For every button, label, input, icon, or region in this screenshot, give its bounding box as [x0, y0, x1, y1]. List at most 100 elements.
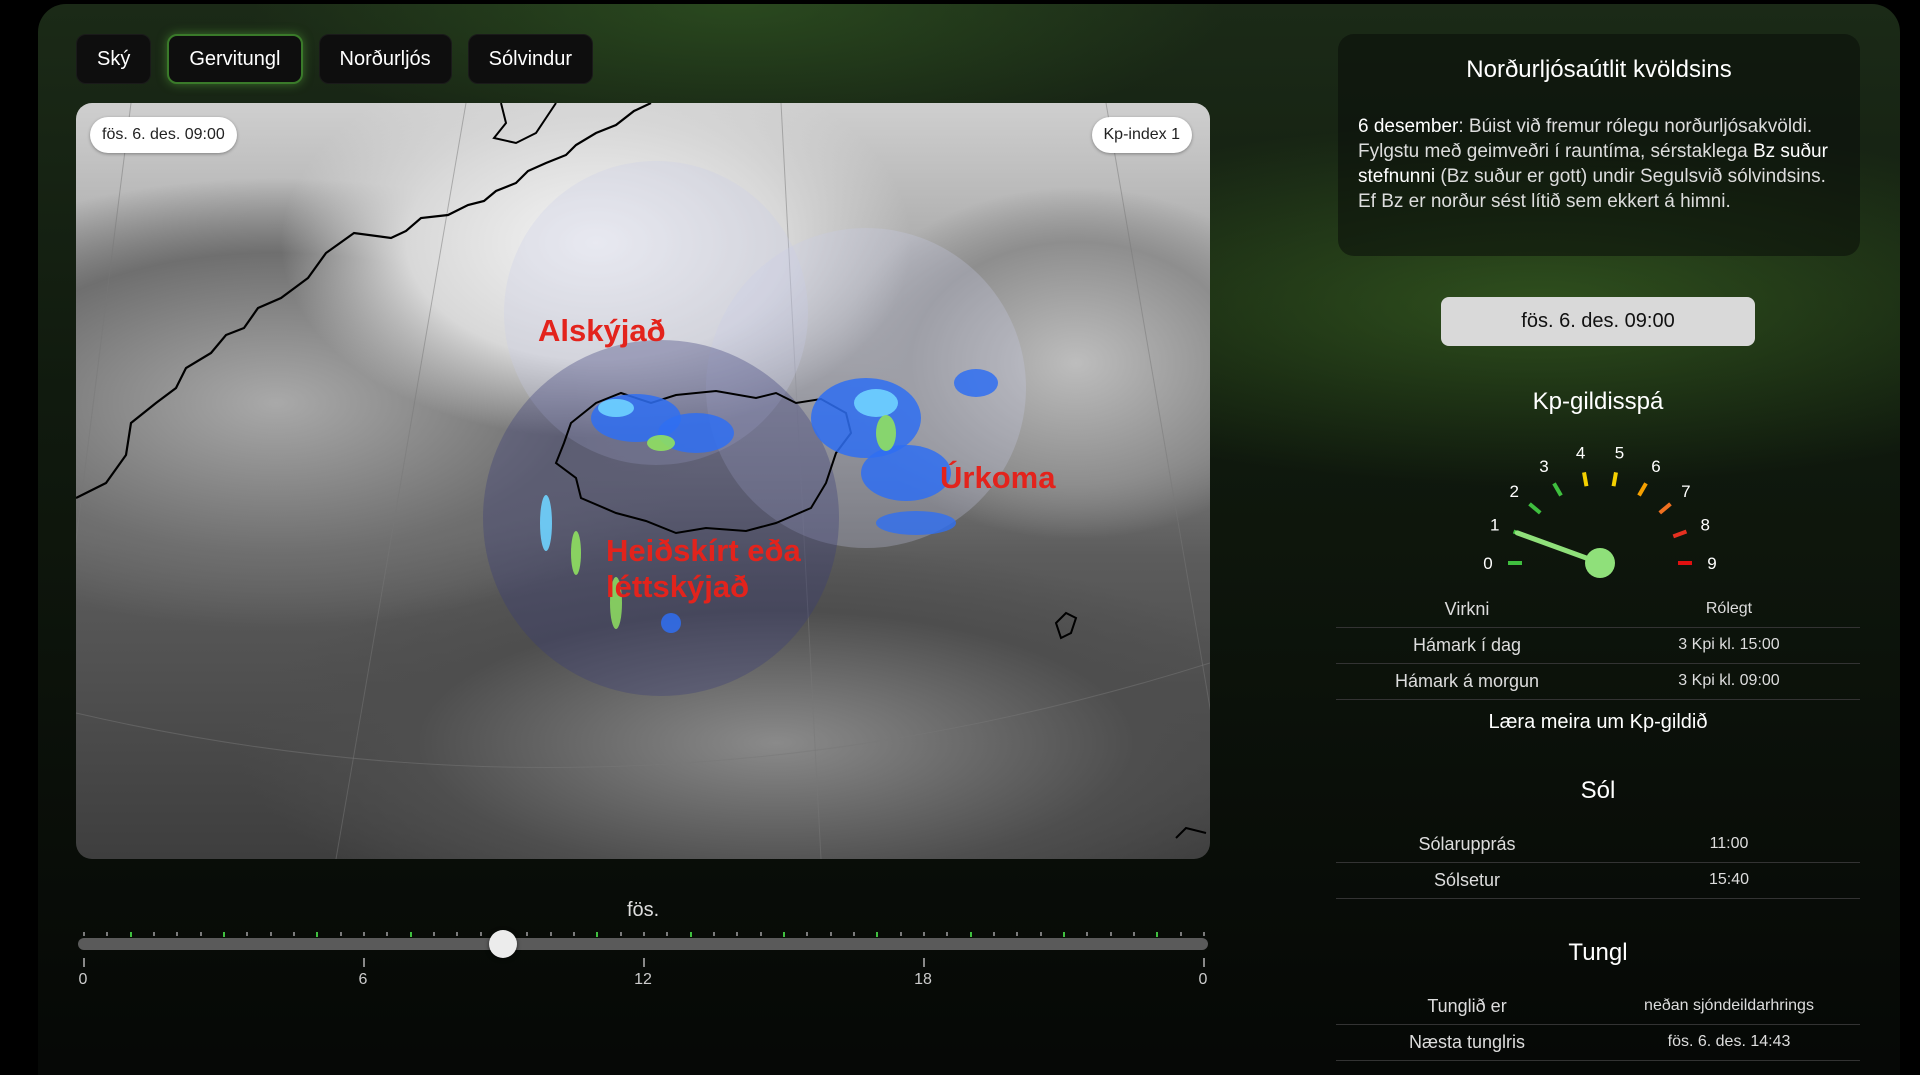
tick-label-12: 12	[634, 971, 652, 988]
sunrise-value: 11:00	[1709, 835, 1749, 852]
moon-status-label: Tunglið er	[1427, 995, 1507, 1016]
sun-title: Sól	[1580, 777, 1616, 804]
kp-max-tomorrow-label: Hámark á morgun	[1394, 670, 1540, 691]
kp-gauge-label-2: 2	[1509, 482, 1518, 501]
kp-gauge-label-4: 4	[1576, 444, 1585, 463]
divider	[1336, 1060, 1860, 1061]
time-slider-minor-tick	[1086, 932, 1089, 936]
divider	[1336, 898, 1860, 899]
time-slider-minor-tick	[316, 932, 319, 937]
time-slider-minor-tick	[246, 932, 249, 936]
kp-gauge-mark-6	[1637, 482, 1648, 497]
kp-forecast-title: Kp-gildisspá	[1532, 388, 1664, 415]
tick-label-6: 6	[358, 971, 368, 988]
kp-gauge: 0 12 3 4 5 6 78 9	[1483, 444, 1717, 578]
kp-gauge-label-6: 6	[1651, 457, 1660, 476]
time-slider-minor-tick	[433, 932, 435, 936]
time-slider-minor-tick	[83, 932, 85, 936]
kp-gauge-label-5: 5	[1615, 444, 1624, 463]
time-slider-major-tick	[1203, 958, 1205, 967]
map-timestamp-badge: fös. 6. des. 09:00	[90, 117, 237, 153]
time-slider-minor-tick	[969, 932, 972, 937]
moonrise-label: Næsta tunglris	[1408, 1031, 1526, 1052]
time-slider-minor-tick	[689, 932, 692, 937]
divider	[1336, 699, 1860, 700]
time-slider-major-tick	[923, 958, 925, 967]
tab-satellite[interactable]: Gervitungl	[167, 34, 303, 84]
satellite-map[interactable]: fös. 6. des. 09:00 Kp-index 1 Alskýjað Ú…	[76, 103, 1210, 859]
kp-max-today-value: 3 Kpi kl. 15:00	[1678, 636, 1780, 653]
time-slider-minor-tick	[409, 932, 412, 937]
time-slider-major-tick	[643, 958, 645, 967]
timeline-day-label: fös.	[627, 899, 660, 921]
moonrise-value: fös. 6. des. 14:43	[1667, 1033, 1791, 1050]
kp-gauge-mark-8	[1672, 529, 1688, 539]
time-slider-minor-tick	[549, 932, 552, 936]
time-slider-minor-tick	[1016, 932, 1019, 936]
time-slider-minor-tick	[806, 932, 809, 936]
label-precipitation: Úrkoma	[940, 460, 1056, 495]
outlook-date: 6 desember	[1358, 116, 1459, 137]
kp-index-badge: Kp-index 1	[1091, 117, 1192, 153]
kp-gauge-mark-3	[1552, 482, 1563, 497]
kp-max-tomorrow-value: 3 Kpi kl. 09:00	[1678, 672, 1780, 689]
time-slider-minor-tick	[1203, 932, 1205, 936]
selected-time-button[interactable]: fös. 6. des. 09:00	[1441, 297, 1755, 346]
time-slider-track[interactable]	[78, 938, 1208, 950]
sunset-label: Sólsetur	[1433, 869, 1501, 890]
time-slider-thumb[interactable]	[489, 930, 517, 958]
time-slider-minor-tick	[876, 932, 879, 937]
kp-learn-more-link[interactable]: Læra meira um Kp-gildið	[1336, 711, 1860, 734]
time-slider-minor-tick	[783, 932, 785, 937]
kp-gauge-mark-4	[1582, 472, 1589, 487]
time-slider-minor-tick	[643, 932, 645, 936]
time-slider-minor-tick	[1133, 932, 1135, 936]
sunset-value: 15:40	[1708, 871, 1750, 888]
kp-max-today-label: Hámark í dag	[1412, 634, 1522, 655]
kp-gauge-label-0: 0	[1483, 554, 1492, 573]
kp-gauge-label-3: 3	[1539, 457, 1548, 476]
tick-label-18: 18	[914, 971, 932, 988]
time-slider-minor-tick	[223, 932, 225, 937]
kp-gauge-mark-2	[1528, 502, 1542, 515]
kp-row-max-tomorrow: Hámark á morgun 3 Kpi kl. 09:00	[1336, 663, 1860, 699]
time-slider-minor-tick	[736, 932, 739, 936]
kp-row-max-today: Hámark í dag 3 Kpi kl. 15:00	[1336, 627, 1860, 663]
time-slider-minor-tick	[596, 932, 599, 937]
tick-label-24: 0	[1198, 971, 1208, 988]
kp-gauge-hub	[1585, 548, 1615, 578]
time-slider-minor-tick	[619, 932, 622, 936]
outlook-text: 6 desember: Búist við fremur rólegu norð…	[1358, 114, 1848, 214]
outlook-title: Norðurljósaútlit kvöldsins	[1466, 56, 1732, 83]
time-slider-minor-tick	[176, 932, 179, 936]
time-slider-minor-tick	[269, 932, 272, 936]
moonrise-row: Næsta tunglris fös. 6. des. 14:43	[1336, 1024, 1860, 1060]
time-slider-minor-tick	[106, 932, 109, 936]
time-slider-minor-tick	[129, 932, 132, 937]
time-slider-minor-tick	[386, 932, 389, 936]
kp-row-activity: Virkni Rólegt	[1336, 591, 1860, 627]
time-slider-minor-tick	[993, 932, 995, 936]
kp-activity-value: Rólegt	[1705, 600, 1753, 617]
time-slider-minor-tick	[153, 932, 155, 936]
kp-gauge-label-7: 7	[1681, 482, 1690, 501]
time-slider-minor-tick	[899, 932, 902, 936]
time-slider-minor-tick	[666, 932, 669, 936]
tab-aurora[interactable]: Norðurljós	[318, 34, 452, 84]
moon-status-row: Tunglið er neðan sjóndeildarhrings	[1336, 988, 1860, 1024]
sunset-row: Sólsetur 15:40	[1336, 862, 1860, 898]
time-slider-minor-tick	[479, 932, 482, 936]
tab-solar-wind[interactable]: Sólvindur	[467, 34, 594, 84]
sunrise-label: Sólarupprás	[1418, 833, 1516, 854]
time-slider-minor-tick	[853, 932, 855, 936]
time-slider-minor-tick	[456, 932, 459, 936]
label-clear: Heiðskírt eða léttskýjað	[606, 533, 801, 604]
time-slider-minor-tick	[363, 932, 365, 936]
time-slider-major-tick	[363, 958, 365, 967]
label-cloudy: Alskýjað	[538, 313, 666, 348]
time-slider-minor-tick	[829, 932, 832, 936]
kp-gauge-mark-7	[1658, 502, 1672, 515]
layer-tabs: Ský Gervitungl Norðurljós Sólvindur	[76, 34, 594, 84]
tab-sky[interactable]: Ský	[76, 34, 152, 84]
kp-gauge-label-8: 8	[1701, 516, 1710, 535]
